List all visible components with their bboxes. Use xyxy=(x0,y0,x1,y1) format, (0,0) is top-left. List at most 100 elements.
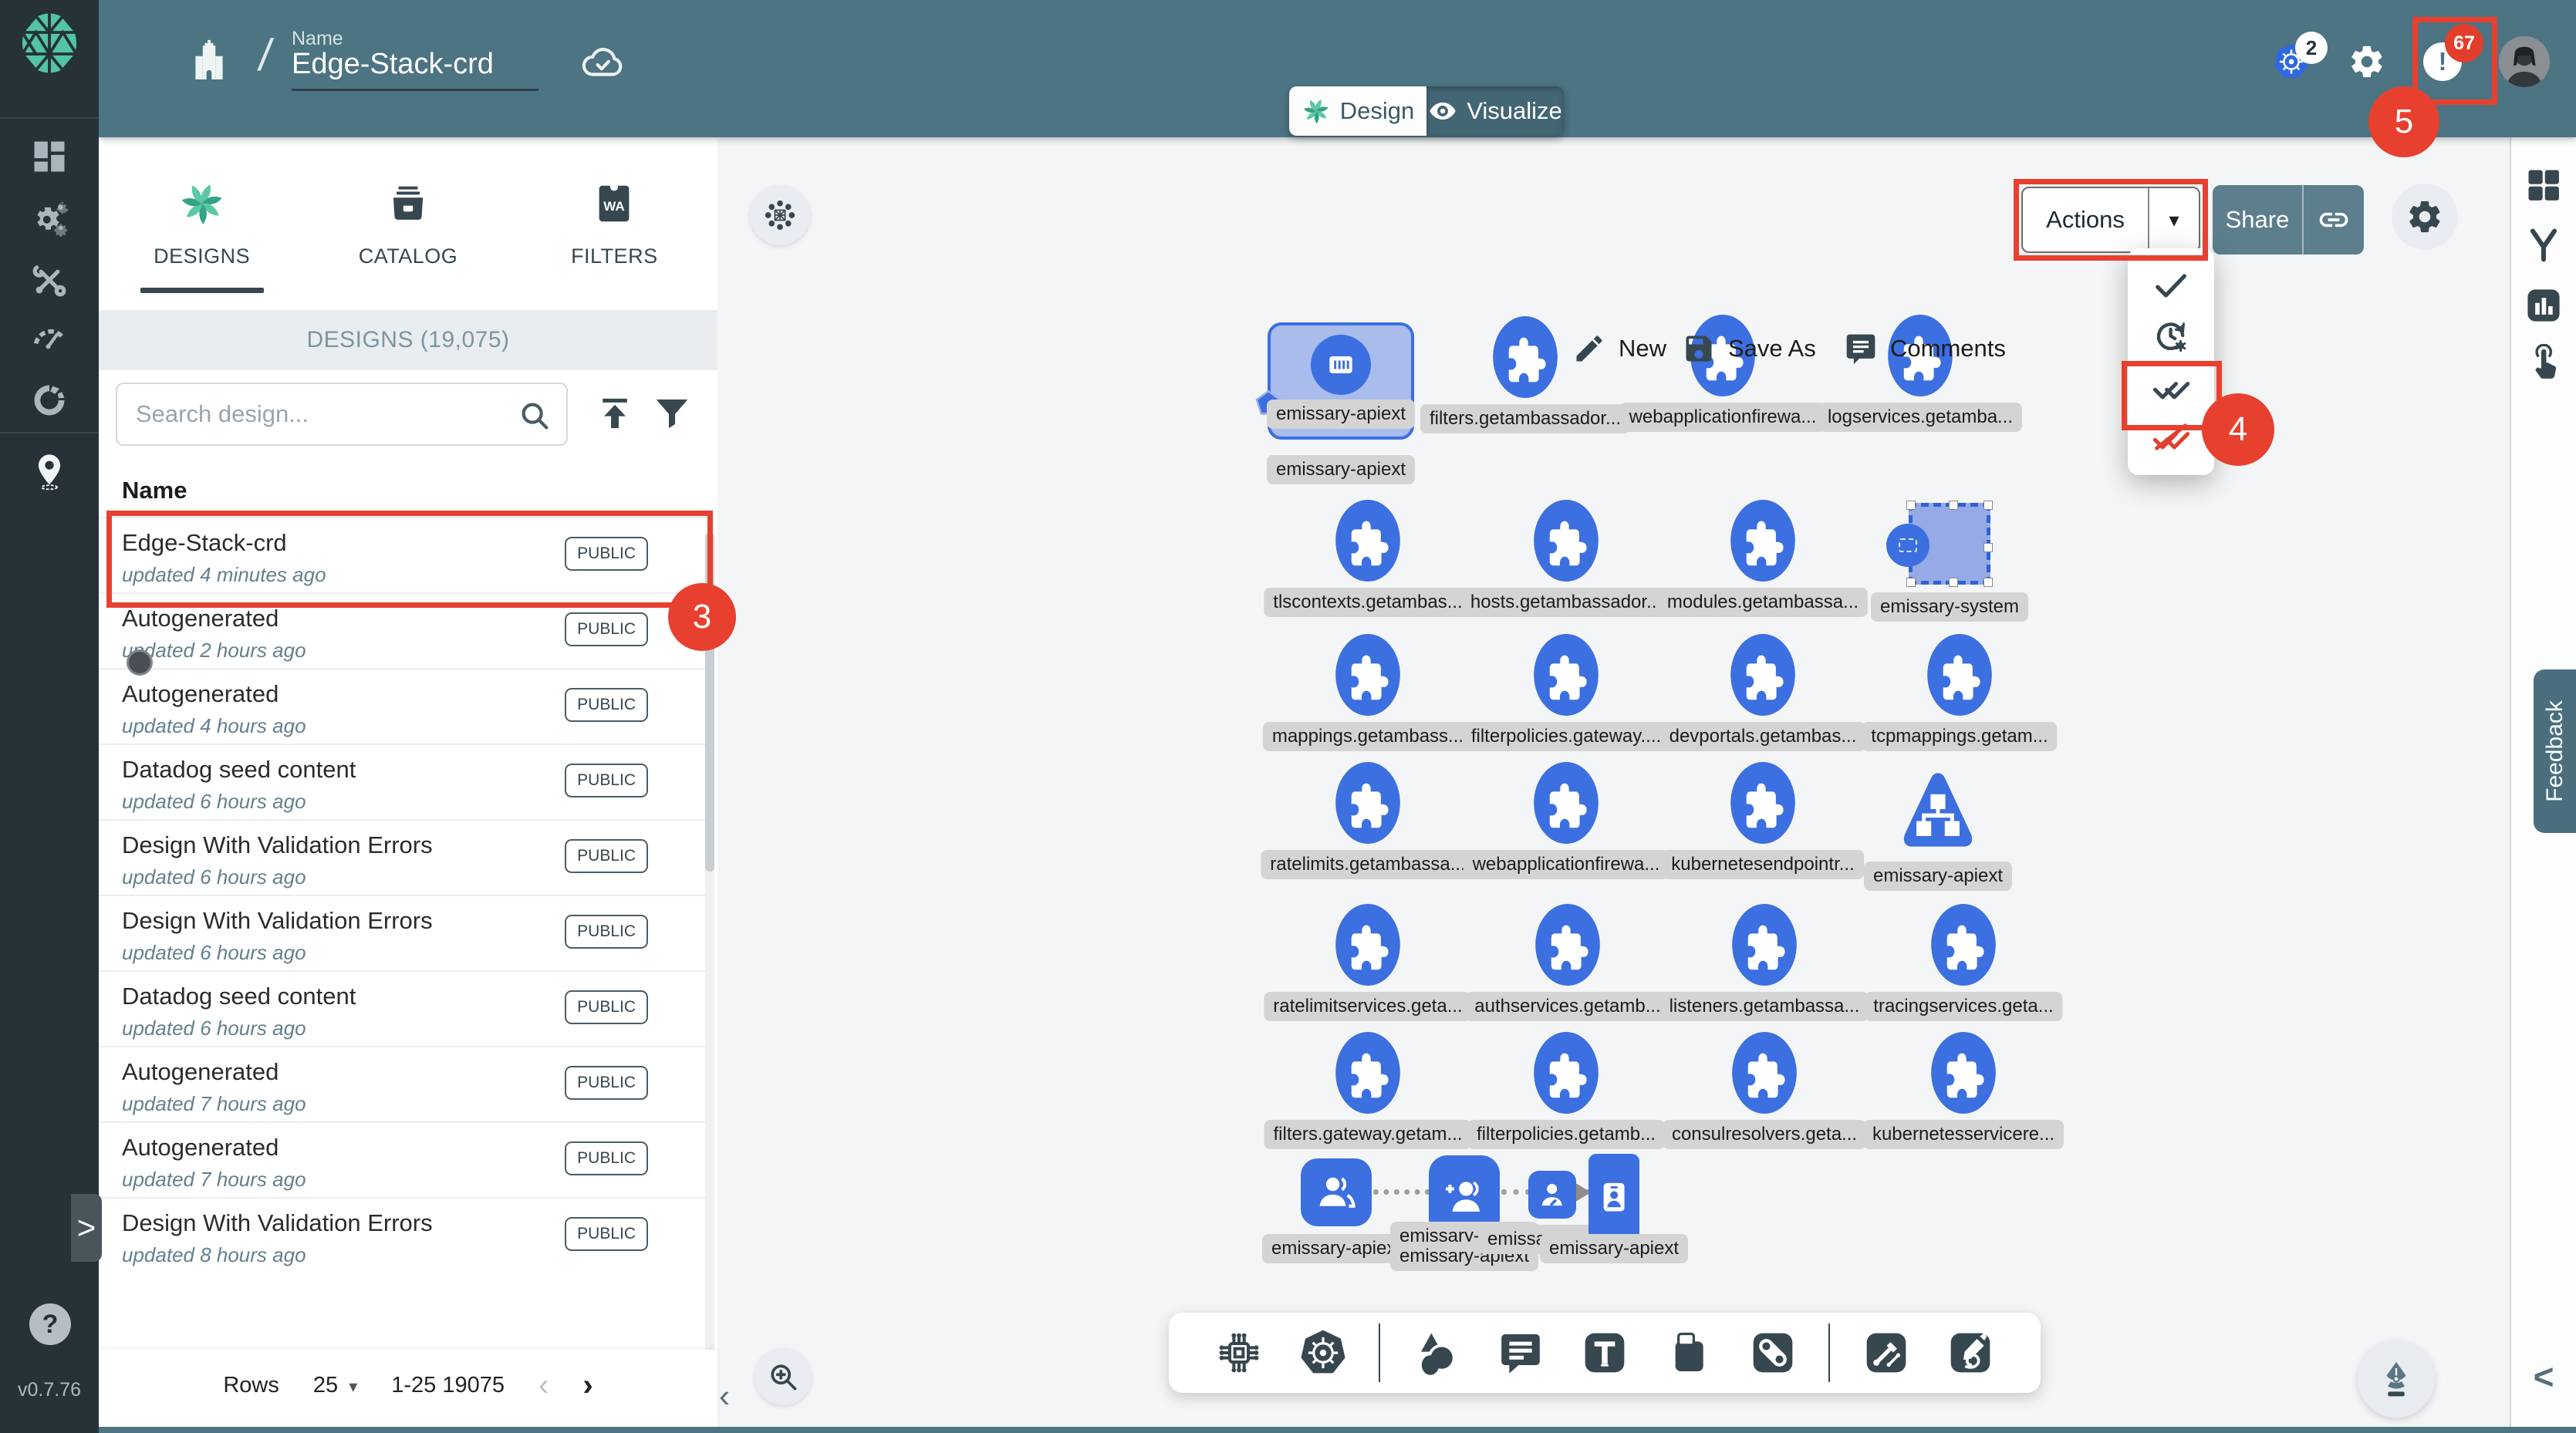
relationships-view-button[interactable] xyxy=(2524,225,2564,269)
new-design-button[interactable]: New xyxy=(1572,332,1666,366)
k8s-context-switcher[interactable]: 2 xyxy=(2272,42,2311,81)
metrics-view-button[interactable] xyxy=(2524,285,2564,329)
components-dock-button[interactable] xyxy=(750,185,810,245)
k8s-context-count: 2 xyxy=(2295,32,2328,64)
feedback-tab[interactable]: Feedback xyxy=(2534,669,2576,833)
sidebar-item-lifecycle[interactable] xyxy=(0,190,99,247)
rows-per-page-select[interactable]: 25 ▾ xyxy=(313,1373,357,1398)
pen-path-tool[interactable] xyxy=(1859,1325,1914,1381)
visibility-badge[interactable]: PUBLIC xyxy=(565,1066,648,1100)
collapse-panel-chevron[interactable]: ‹ xyxy=(719,1377,730,1414)
visibility-badge[interactable]: PUBLIC xyxy=(565,537,648,571)
visibility-badge[interactable]: PUBLIC xyxy=(565,839,648,873)
visibility-badge[interactable]: PUBLIC xyxy=(565,688,648,722)
canvas-settings-button[interactable] xyxy=(2392,184,2458,250)
connector-dotted xyxy=(1373,1189,1430,1195)
visibility-badge[interactable]: PUBLIC xyxy=(565,1217,648,1251)
rail-collapse-chevron[interactable]: < xyxy=(2534,1356,2554,1398)
next-page-button[interactable]: › xyxy=(582,1368,593,1403)
link-icon xyxy=(2317,203,2351,237)
design-list-item[interactable]: Design With Validation Errors updated 6 … xyxy=(99,895,708,970)
design-list-item[interactable]: Design With Validation Errors updated 6 … xyxy=(99,819,708,895)
sidebar-expand-button[interactable]: > xyxy=(71,1194,102,1262)
design-list-item[interactable]: Autogenerated updated 4 hours ago PUBLIC xyxy=(99,668,708,743)
search-input[interactable] xyxy=(136,384,506,444)
meshery-logo[interactable] xyxy=(17,11,82,76)
visibility-badge[interactable]: PUBLIC xyxy=(565,764,648,797)
visibility-badge[interactable]: PUBLIC xyxy=(565,990,648,1024)
toolbar-divider xyxy=(1828,1323,1830,1382)
link-chain-tool[interactable] xyxy=(1745,1325,1801,1381)
chevron-right-icon: > xyxy=(77,1209,96,1246)
column-header-name: Name xyxy=(122,477,187,504)
sidebar-item-configuration[interactable] xyxy=(0,251,99,309)
deploy-menu-item[interactable] xyxy=(2128,362,2214,412)
design-name-input[interactable] xyxy=(292,48,538,91)
design-list-item[interactable]: Autogenerated updated 7 hours ago PUBLIC xyxy=(99,1121,708,1197)
visibility-badge[interactable]: PUBLIC xyxy=(565,915,648,949)
tab-designs[interactable]: DESIGNS xyxy=(99,137,305,310)
comments-button[interactable]: Comments xyxy=(1844,332,2006,366)
node-label: filterpolicies.gateway.... xyxy=(1462,722,1670,751)
note-tool[interactable] xyxy=(1661,1325,1717,1381)
tab-catalog[interactable]: CATALOG xyxy=(305,137,511,310)
notifications-button[interactable]: ! 67 xyxy=(2423,42,2462,81)
caret-down-icon: ▾ xyxy=(349,1377,357,1396)
sidebar-item-extensions[interactable] xyxy=(0,443,99,500)
actions-caret-button[interactable]: ▾ xyxy=(2149,188,2199,251)
tab-filters[interactable]: WA FILTERS xyxy=(511,137,717,310)
visibility-badge[interactable]: PUBLIC xyxy=(565,612,648,646)
components-view-button[interactable] xyxy=(2524,165,2564,209)
zoom-tool-button[interactable] xyxy=(755,1348,812,1405)
design-list-item[interactable]: Datadog seed content updated 6 hours ago… xyxy=(99,743,708,819)
import-design-icon[interactable] xyxy=(594,390,636,437)
prev-page-button[interactable]: ‹ xyxy=(538,1368,549,1403)
design-list-item[interactable]: Autogenerated updated 7 hours ago PUBLIC xyxy=(99,1046,708,1121)
sidebar-item-mesh-catalog[interactable] xyxy=(0,372,99,429)
node-label: emissary-system xyxy=(1871,592,2028,622)
design-list-item[interactable]: Edge-Stack-crd updated 4 minutes ago PUB… xyxy=(99,517,708,592)
undeploy-menu-item[interactable] xyxy=(2128,413,2214,462)
share-button[interactable]: Share xyxy=(2213,185,2364,255)
sidebar-item-dashboard[interactable] xyxy=(0,128,99,185)
mini-circle-icon xyxy=(1886,524,1929,567)
design-list-item[interactable]: Design With Validation Errors updated 8 … xyxy=(99,1197,708,1273)
kubernetes-tool[interactable] xyxy=(1295,1325,1351,1381)
bottom-accent-strip xyxy=(99,1427,2576,1433)
design-list-item[interactable]: Datadog seed content updated 6 hours ago… xyxy=(99,970,708,1046)
settings-button[interactable] xyxy=(2348,42,2386,81)
hand-pointer-icon xyxy=(2524,344,2564,384)
tab-catalog-label: CATALOG xyxy=(359,244,458,268)
shapes-tool[interactable] xyxy=(1409,1325,1464,1381)
save-as-button[interactable]: Save As xyxy=(1682,332,1816,366)
validate-menu-item[interactable] xyxy=(2128,261,2214,311)
sidebar-item-performance[interactable] xyxy=(0,310,99,367)
user-avatar[interactable] xyxy=(2499,36,2550,87)
dry-run-menu-item[interactable] xyxy=(2128,312,2214,361)
interaction-mode-button[interactable] xyxy=(2524,344,2564,388)
components-tool[interactable] xyxy=(1211,1325,1267,1381)
app-header: / Name Design xyxy=(99,0,2576,137)
user-edit-tile xyxy=(1528,1171,1576,1219)
pagination-range: 1-25 19075 xyxy=(391,1373,505,1398)
tab-design[interactable]: Design xyxy=(1289,86,1426,136)
annotation-comment-tool[interactable] xyxy=(1493,1325,1548,1381)
eye-icon xyxy=(1428,96,1457,126)
share-label: Share xyxy=(2213,185,2304,255)
search-icon[interactable] xyxy=(517,398,552,433)
filter-funnel-icon[interactable] xyxy=(651,390,693,437)
text-tool[interactable] xyxy=(1577,1325,1632,1381)
node-label: modules.getambassa... xyxy=(1658,588,1868,617)
drawing-mode-button[interactable] xyxy=(2358,1340,2435,1418)
helm-wheel-icon xyxy=(1298,1328,1348,1377)
actions-button[interactable]: Actions ▾ xyxy=(2021,187,2200,253)
help-button[interactable]: ? xyxy=(29,1303,71,1345)
node-label: emissary-apiext xyxy=(1267,455,1415,484)
freehand-draw-tool[interactable] xyxy=(1943,1325,1998,1381)
design-list-item[interactable]: Autogenerated updated 2 hours ago PUBLIC xyxy=(99,592,708,668)
visibility-badge[interactable]: PUBLIC xyxy=(565,1141,648,1175)
designs-panel: DESIGNS CATALOG WA FILTERS DESIGNS (19,0… xyxy=(99,137,717,1427)
organization-icon[interactable] xyxy=(184,37,235,88)
tab-visualize[interactable]: Visualize xyxy=(1426,86,1564,136)
copy-link-button[interactable] xyxy=(2304,185,2364,255)
